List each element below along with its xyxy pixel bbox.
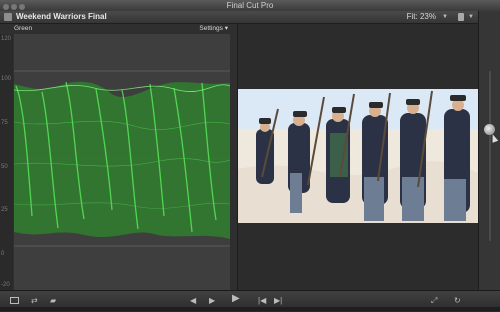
close-window-icon[interactable] [3, 4, 9, 10]
view-options-icon[interactable] [458, 13, 464, 21]
window-bottom-edge [0, 307, 500, 311]
layout-icon[interactable] [10, 297, 19, 304]
audio-meter-panel [478, 11, 500, 290]
project-icon [4, 13, 12, 21]
step-forward-icon[interactable]: ▶ [209, 297, 215, 305]
zoom-dropdown-icon[interactable]: ▼ [442, 11, 448, 23]
mouse-cursor-icon [489, 133, 499, 143]
play-icon[interactable]: ▶ [232, 294, 240, 304]
scale-label: 100 [1, 76, 12, 82]
view-options-icon[interactable]: ⇄ [31, 297, 38, 305]
fullscreen-icon[interactable]: ⤢ [431, 297, 437, 305]
scale-label: 0 [1, 251, 5, 257]
zoom-window-icon[interactable] [19, 4, 25, 10]
scope-header: Green Settings ▾ [0, 24, 237, 34]
minimize-window-icon[interactable] [11, 4, 17, 10]
video-scope-panel: Green Settings ▾ 120 100 75 50 25 0 -20 [0, 24, 237, 290]
project-name: Weekend Warriors Final [16, 12, 107, 21]
scope-channel-label[interactable]: Green [14, 24, 32, 34]
jump-back-icon[interactable]: ◀ [190, 297, 196, 305]
view-options-dropdown-icon[interactable]: ▼ [468, 11, 474, 23]
scale-label: 120 [1, 36, 12, 42]
waveform-plot [14, 34, 230, 290]
waveform-graphic [14, 70, 230, 247]
scope-scale: 120 100 75 50 25 0 -20 [0, 34, 13, 290]
fit-label[interactable]: Fit: 23% [407, 11, 436, 23]
scale-label: 75 [1, 120, 8, 126]
scale-label: -20 [1, 282, 10, 288]
scope-settings-menu[interactable]: Settings ▾ [199, 24, 228, 34]
prev-edit-icon[interactable]: |◀ [258, 297, 266, 305]
loop-icon[interactable]: ↻ [454, 297, 461, 305]
next-edit-icon[interactable]: ▶| [274, 297, 282, 305]
viewer-header: Weekend Warriors Final Fit: 23% ▼ ▼ [0, 11, 478, 24]
scale-label: 25 [1, 207, 8, 213]
video-frame-image [238, 89, 478, 223]
range-icon[interactable]: ▰ [50, 297, 56, 305]
zoom-value[interactable]: 23% [420, 12, 436, 21]
scale-label: 50 [1, 164, 8, 170]
video-frame[interactable] [238, 89, 478, 223]
volume-slider-track[interactable] [489, 71, 491, 241]
app-titlebar: Final Cut Pro [0, 0, 500, 11]
app-title: Final Cut Pro [226, 1, 274, 10]
